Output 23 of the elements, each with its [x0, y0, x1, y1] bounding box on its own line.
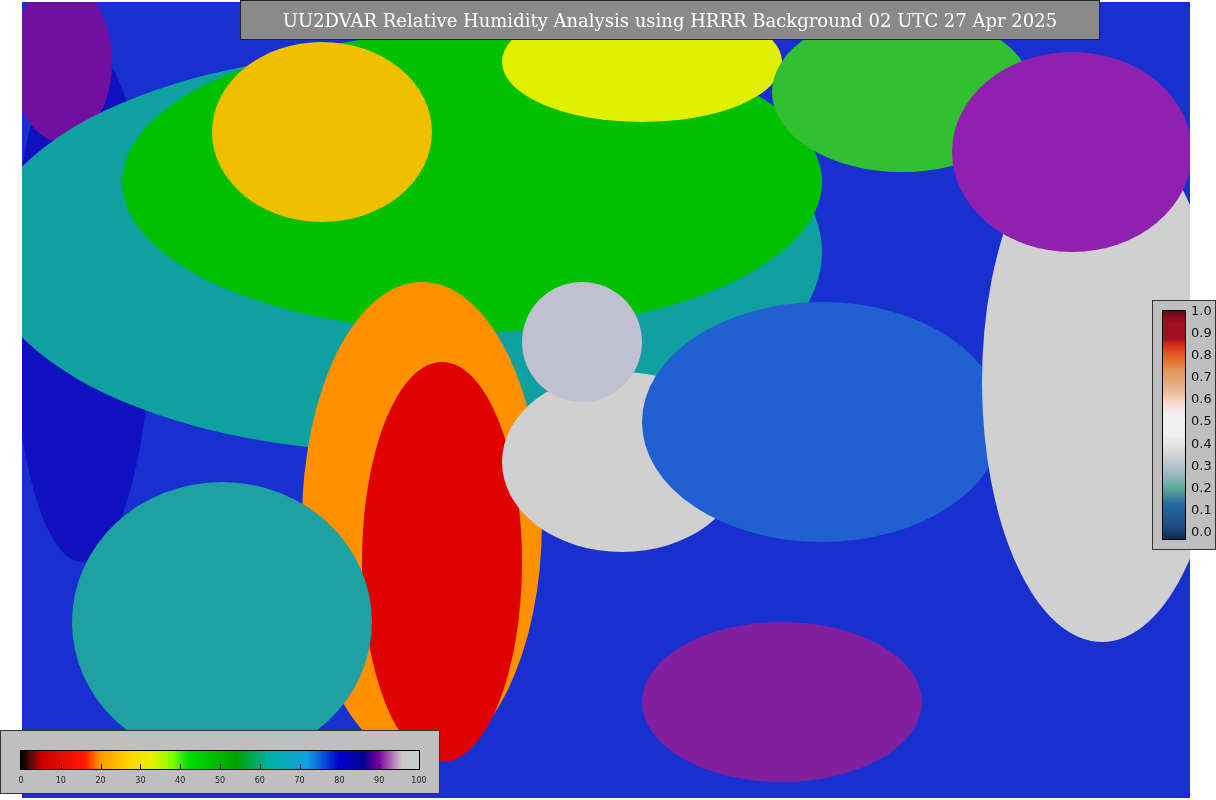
scale-label: 0.5: [1191, 414, 1212, 428]
scale-label: 30: [135, 776, 146, 785]
scale-label: 10: [55, 776, 66, 785]
scale-label: 50: [214, 776, 226, 785]
map-title: UU2DVAR Relative Humidity Analysis using HRRR Background 02 UTC 27 Apr 2025: [240, 0, 1100, 40]
scale-label: 90: [374, 776, 385, 785]
scale-label: 20: [95, 776, 106, 785]
scale-label: 0.9: [1191, 326, 1212, 340]
scale-label: 100: [411, 776, 427, 785]
scale-label: 0.3: [1191, 458, 1212, 472]
scale-label: 0.0: [1191, 524, 1212, 538]
scale-label: 0.1: [1191, 502, 1212, 516]
scale-label: 1.0: [1191, 304, 1212, 317]
scale-label: 80: [334, 776, 345, 785]
scale-label: 0.4: [1191, 436, 1212, 450]
scale-label: 40: [175, 776, 186, 785]
scale-label: 0.2: [1191, 480, 1212, 494]
scale-label: 0: [18, 776, 24, 785]
scale-label: 0.7: [1191, 370, 1212, 384]
scale-label: 60: [254, 776, 265, 785]
scale-label: 0.8: [1191, 348, 1212, 362]
scale-label: 70: [294, 776, 305, 785]
scale-label: 0.6: [1191, 392, 1212, 406]
